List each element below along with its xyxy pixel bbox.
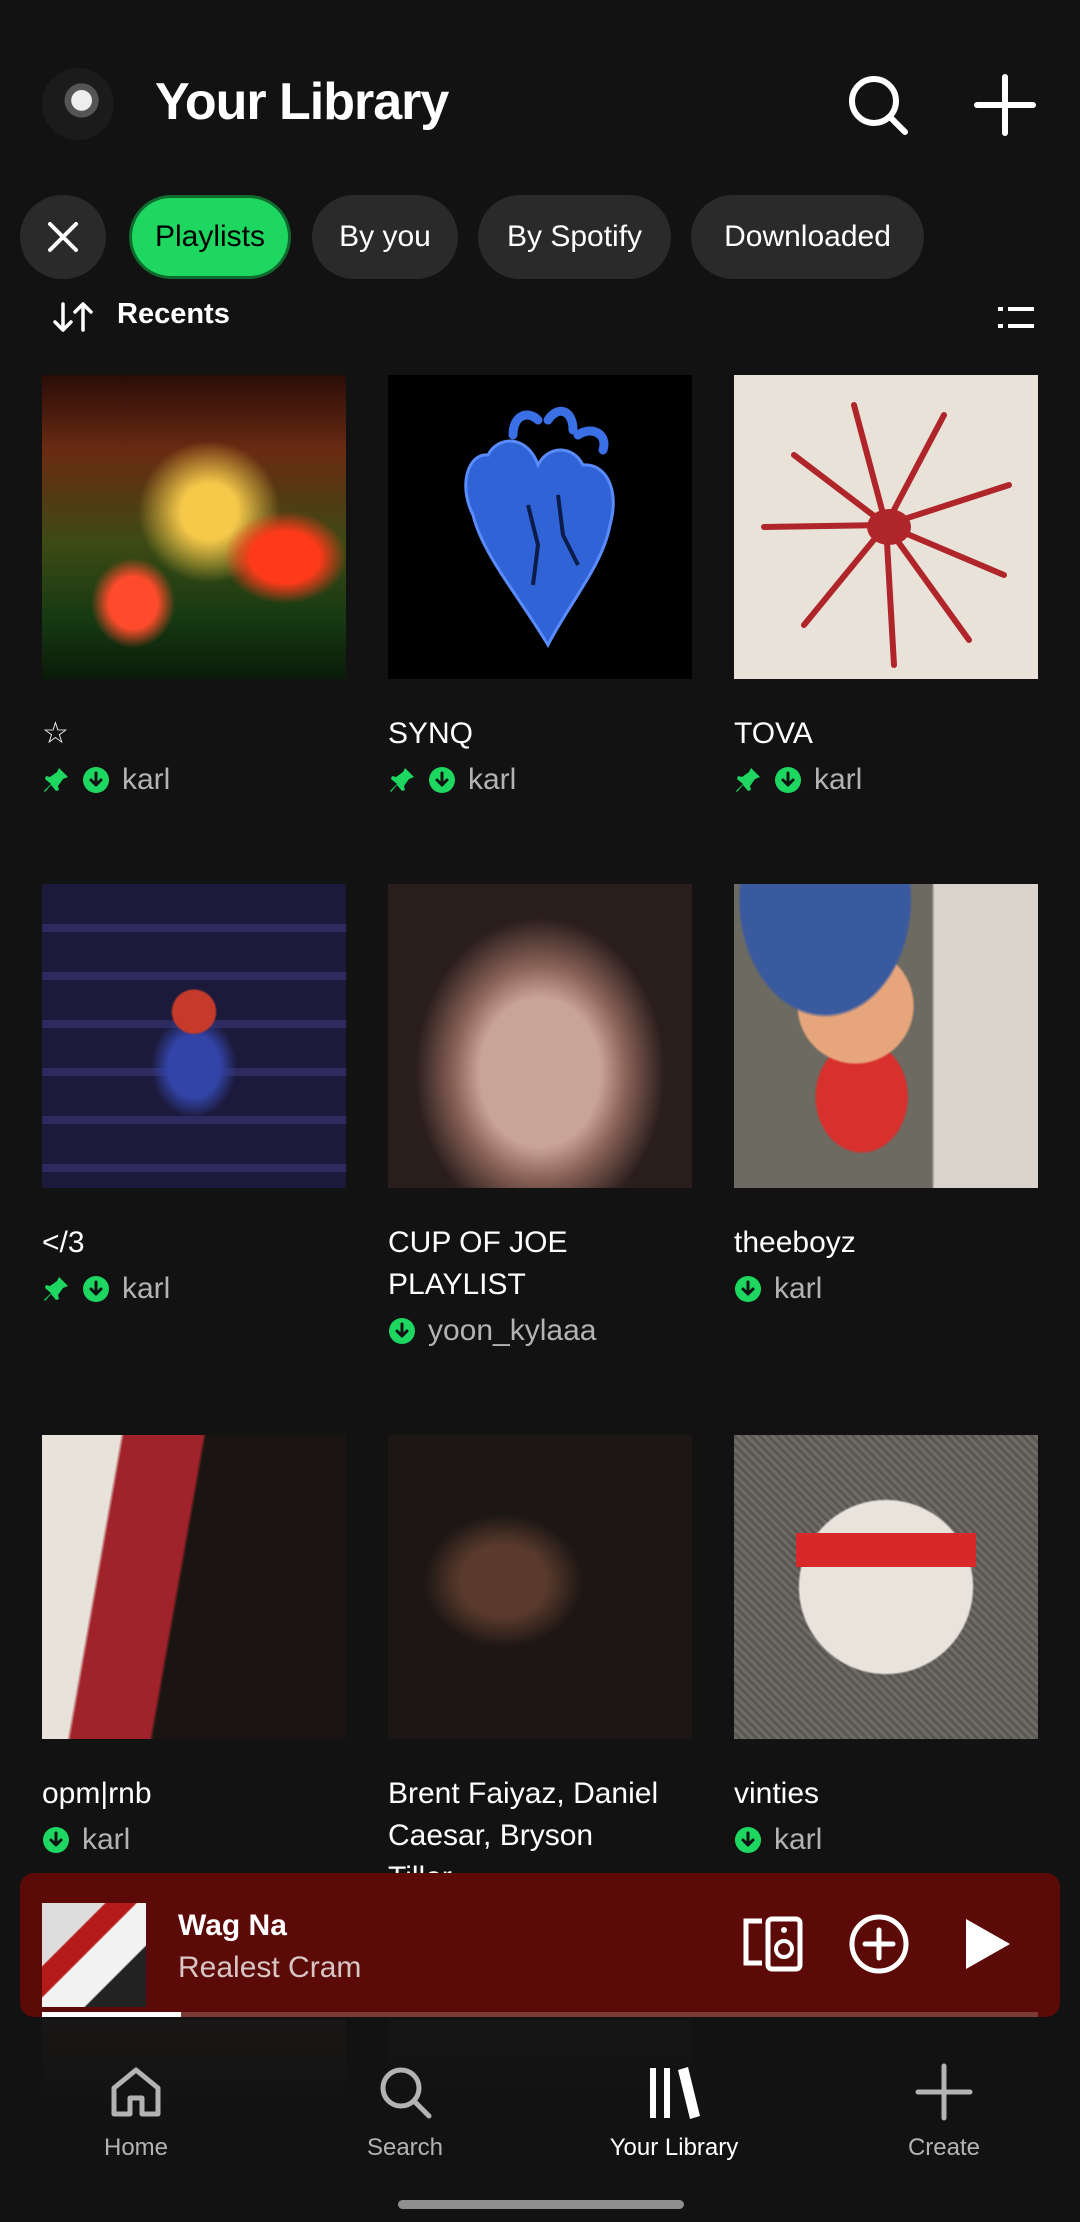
playlist-meta: karl bbox=[42, 759, 346, 801]
playback-progress[interactable] bbox=[42, 2012, 1038, 2017]
playlist-cover bbox=[388, 884, 692, 1188]
playlist-name: opm|rnb bbox=[42, 1777, 152, 1810]
downloaded-icon bbox=[775, 767, 801, 793]
play-icon[interactable] bbox=[958, 1915, 1014, 1973]
search-icon[interactable] bbox=[843, 70, 913, 140]
add-to-playlist-icon[interactable] bbox=[848, 1913, 910, 1975]
playlist-cover bbox=[388, 1435, 692, 1739]
playlist-name: </3 bbox=[42, 1226, 85, 1259]
downloaded-icon bbox=[389, 1318, 415, 1344]
cassette-label bbox=[796, 1533, 976, 1567]
playlist-meta: karl bbox=[734, 759, 1038, 801]
playlist-cover bbox=[388, 375, 692, 679]
clear-filter-button[interactable] bbox=[20, 195, 106, 279]
playlist-owner: karl bbox=[122, 763, 171, 796]
downloaded-icon bbox=[735, 1827, 761, 1853]
playlist-item[interactable]: TOVA karl bbox=[734, 375, 1038, 801]
playlist-cover bbox=[734, 375, 1038, 679]
nav-create[interactable]: Create bbox=[844, 2062, 1044, 2162]
mini-player[interactable]: Wag Na Realest Cram bbox=[20, 1873, 1060, 2017]
playlist-item[interactable]: vinties karl bbox=[734, 1435, 1038, 1861]
playback-progress-fill bbox=[42, 2012, 182, 2017]
bottom-navigation: Home Search Your Library Create bbox=[0, 2017, 1080, 2222]
chip-downloaded[interactable]: Downloaded bbox=[691, 195, 924, 279]
playlist-item[interactable]: Brent Faiyaz, Daniel Caesar, Bryson Till… bbox=[388, 1435, 692, 1899]
playlist-owner: karl bbox=[122, 1272, 171, 1305]
playlist-meta: karl bbox=[42, 1819, 346, 1861]
chip-by-spotify[interactable]: By Spotify bbox=[478, 195, 671, 279]
playlist-meta: karl bbox=[734, 1819, 1038, 1861]
library-icon bbox=[650, 2067, 700, 2119]
playlist-name: theeboyz bbox=[734, 1226, 856, 1259]
pin-icon bbox=[44, 768, 68, 792]
nav-your-library[interactable]: Your Library bbox=[574, 2062, 774, 2162]
playlist-cover bbox=[734, 884, 1038, 1188]
sort-label[interactable]: Recents bbox=[117, 298, 230, 331]
playlist-meta: karl bbox=[388, 759, 692, 801]
playlist-owner: karl bbox=[82, 1823, 131, 1856]
downloaded-icon bbox=[429, 767, 455, 793]
nav-search[interactable]: Search bbox=[305, 2062, 505, 2162]
close-icon bbox=[48, 222, 78, 252]
chip-by-you[interactable]: By you bbox=[312, 195, 458, 279]
spider-artwork bbox=[761, 402, 1012, 668]
downloaded-icon bbox=[83, 767, 109, 793]
playlist-name: CUP OF JOE PLAYLIST bbox=[388, 1226, 568, 1301]
plus-icon[interactable] bbox=[970, 70, 1040, 140]
playlist-item[interactable]: </3 karl bbox=[42, 884, 346, 1310]
downloaded-icon bbox=[735, 1276, 761, 1302]
playlist-owner: karl bbox=[774, 1823, 823, 1856]
playlist-meta: karl bbox=[734, 1268, 1038, 1310]
playlist-name: vinties bbox=[734, 1777, 820, 1810]
playlist-owner: karl bbox=[774, 1272, 823, 1305]
playlist-item[interactable]: theeboyz karl bbox=[734, 884, 1038, 1310]
playlist-cover bbox=[42, 1435, 346, 1739]
playlist-item[interactable]: SYNQ karl bbox=[388, 375, 692, 801]
playlist-cover bbox=[734, 1435, 1038, 1739]
playlist-meta: yoon_kylaaa bbox=[388, 1310, 692, 1352]
now-playing-cover bbox=[42, 1903, 146, 2007]
playlist-name: TOVA bbox=[734, 717, 813, 750]
heart-artwork bbox=[464, 406, 615, 649]
playlist-item[interactable]: opm|rnb karl bbox=[42, 1435, 346, 1861]
playlist-owner: karl bbox=[468, 763, 517, 796]
playlist-item[interactable]: ☆ karl bbox=[42, 375, 346, 801]
playlist-item[interactable]: CUP OF JOE PLAYLIST yoon_kylaaa bbox=[388, 884, 692, 1352]
chip-playlists[interactable]: Playlists bbox=[129, 195, 291, 279]
playlist-owner: yoon_kylaaa bbox=[428, 1314, 597, 1347]
nav-home[interactable]: Home bbox=[36, 2062, 236, 2162]
pin-icon bbox=[44, 1277, 68, 1301]
sort-icon[interactable] bbox=[52, 300, 96, 334]
home-indicator[interactable] bbox=[398, 2200, 684, 2209]
downloaded-icon bbox=[83, 1276, 109, 1302]
search-icon bbox=[380, 2067, 432, 2119]
playlist-meta: karl bbox=[42, 1268, 346, 1310]
pin-icon bbox=[736, 768, 760, 792]
playlist-cover bbox=[42, 884, 346, 1188]
pin-icon bbox=[390, 768, 414, 792]
page-title: Your Library bbox=[155, 73, 449, 131]
home-icon bbox=[111, 2067, 161, 2117]
downloaded-icon bbox=[43, 1827, 69, 1853]
library-header: Your Library Playlists By you By Spotify… bbox=[0, 0, 1080, 300]
now-playing-title: Wag Na bbox=[178, 1909, 287, 1942]
playlist-name: ☆ bbox=[42, 717, 69, 750]
list-view-icon[interactable] bbox=[996, 302, 1036, 334]
plus-icon bbox=[915, 2063, 973, 2121]
playlist-name: SYNQ bbox=[388, 717, 474, 750]
playlist-owner: karl bbox=[814, 763, 863, 796]
connect-device-icon[interactable] bbox=[740, 1911, 806, 1977]
filter-chips: Playlists By you By Spotify Downloaded bbox=[0, 195, 1080, 279]
now-playing-artist: Realest Cram bbox=[178, 1951, 362, 1984]
playlist-cover bbox=[42, 375, 346, 679]
profile-avatar[interactable] bbox=[42, 68, 114, 140]
